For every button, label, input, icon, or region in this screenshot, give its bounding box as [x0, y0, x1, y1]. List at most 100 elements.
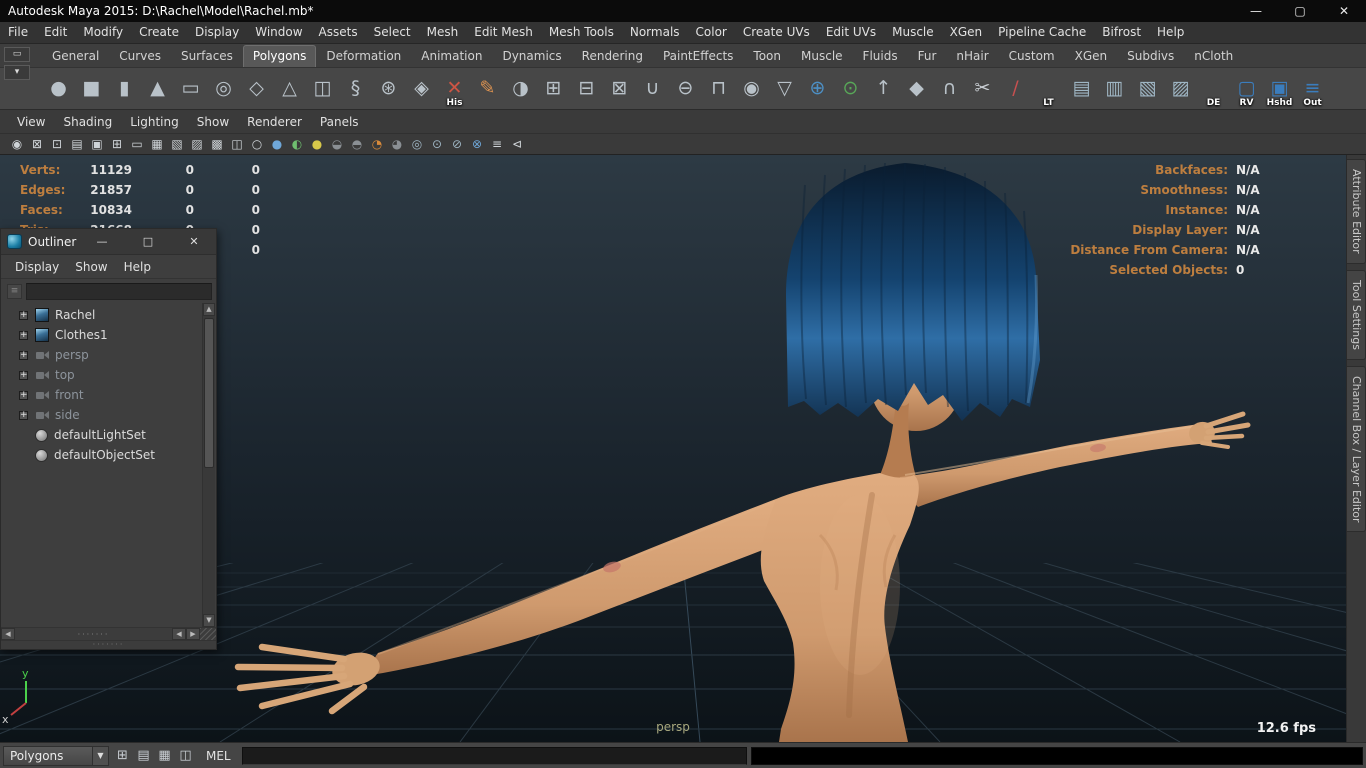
shelf-tab[interactable]: Polygons [242, 45, 317, 67]
render-view-icon[interactable]: ▢ RV [1230, 70, 1263, 108]
scrollbar-thumb[interactable] [204, 318, 214, 468]
outliner-search-input[interactable] [26, 282, 212, 300]
bridge-icon[interactable]: ∩ [933, 70, 966, 108]
scrollbar-grip[interactable]: ······· [15, 628, 172, 640]
shelf-menu-button[interactable]: ▾ [4, 65, 30, 80]
quick-layout-grid-icon[interactable]: ▦ [155, 746, 174, 765]
menu-item[interactable]: Color [688, 22, 735, 43]
outliner-minimize-button[interactable]: — [92, 232, 112, 252]
construction-history-icon[interactable]: ✕ His [438, 70, 471, 108]
menu-item[interactable]: Window [247, 22, 310, 43]
shelf-tab[interactable]: Fur [908, 45, 947, 67]
grid-snap-icon[interactable]: ⊞ [113, 746, 132, 765]
film-gate-icon[interactable]: ▭ [128, 136, 146, 153]
poly-soccerball-icon[interactable]: ⊛ [372, 70, 405, 108]
uv-automatic-icon[interactable]: ▥ [1098, 70, 1131, 108]
expand-icon[interactable]: + [19, 370, 28, 380]
paint-effects-icon[interactable]: / [999, 70, 1032, 108]
sidebar-tab[interactable]: Attribute Editor [1347, 159, 1366, 264]
shaded-sphere-icon[interactable]: ⊙ [834, 70, 867, 108]
poly-pipe-icon[interactable]: ◫ [306, 70, 339, 108]
menu-item[interactable]: XGen [942, 22, 991, 43]
panel-menu-item[interactable]: View [8, 112, 54, 132]
shelf-tab[interactable]: nCloth [1184, 45, 1243, 67]
boolean-difference-icon[interactable]: ⊖ [669, 70, 702, 108]
boolean-union-icon[interactable]: ∪ [636, 70, 669, 108]
panel-menu-item[interactable]: Shading [54, 112, 121, 132]
maximize-button[interactable]: ▢ [1278, 0, 1322, 22]
scroll-down-icon[interactable]: ▼ [203, 614, 215, 627]
outliner-menu-item[interactable]: Help [116, 257, 159, 277]
poly-plane-icon[interactable]: ▭ [174, 70, 207, 108]
bookmarks-icon[interactable]: ▤ [68, 136, 86, 153]
extract-icon[interactable]: ⊠ [603, 70, 636, 108]
minimize-button[interactable]: — [1234, 0, 1278, 22]
poly-pyramid-icon[interactable]: △ [273, 70, 306, 108]
image-plane-icon[interactable]: ▣ [88, 136, 106, 153]
outliner-vertical-scrollbar[interactable]: ▲ ▼ [202, 303, 215, 627]
panel-menu-item[interactable]: Show [188, 112, 238, 132]
safe-title-icon[interactable]: ◫ [228, 136, 246, 153]
poly-prism-icon[interactable]: ◇ [240, 70, 273, 108]
close-button[interactable]: ✕ [1322, 0, 1366, 22]
outliner-icon[interactable]: ≡ Out [1296, 70, 1329, 108]
shelf-tab[interactable]: Fluids [853, 45, 908, 67]
plugin-shading-icon[interactable]: ⊘ [448, 136, 466, 153]
expand-icon[interactable]: + [19, 350, 28, 360]
poly-cube-icon[interactable]: ■ [75, 70, 108, 108]
scroll-left-icon[interactable]: ◀ [1, 628, 15, 640]
uv-cut-icon[interactable]: ▧ [1131, 70, 1164, 108]
motion-blur-icon[interactable]: ◔ [368, 136, 386, 153]
poly-cylinder-icon[interactable]: ▮ [108, 70, 141, 108]
outliner-window[interactable]: Outliner — □ ✕ Display Show Help ≡ + Rac… [0, 228, 217, 650]
filter-icon[interactable]: ≡ [7, 283, 22, 299]
reduce-icon[interactable]: ▽ [768, 70, 801, 108]
scroll-right-icon[interactable]: ▶ [186, 628, 200, 640]
sidebar-tab[interactable]: Channel Box / Layer Editor [1347, 365, 1366, 533]
poly-torus-icon[interactable]: ◎ [207, 70, 240, 108]
outliner-item[interactable]: + Clothes1 [1, 325, 202, 345]
menu-item[interactable]: Display [187, 22, 247, 43]
shadows-icon[interactable]: ◒ [328, 136, 346, 153]
outliner-item[interactable]: defaultObjectSet [1, 445, 202, 465]
poly-cone-icon[interactable]: ▲ [141, 70, 174, 108]
outliner-menu-item[interactable]: Display [7, 257, 67, 277]
menu-item[interactable]: Modify [75, 22, 131, 43]
shaded-mode-icon[interactable]: ● [268, 136, 286, 153]
uv-sew-icon[interactable]: ▨ [1164, 70, 1197, 108]
share-view-icon[interactable]: ⊲ [508, 136, 526, 153]
menu-item[interactable]: Edit UVs [818, 22, 884, 43]
wireframe-mode-icon[interactable]: ○ [248, 136, 266, 153]
mel-toggle-button[interactable]: MEL [199, 749, 238, 763]
lt-icon[interactable]: LT [1032, 70, 1065, 108]
camera-lock-icon[interactable]: ⊠ [28, 136, 46, 153]
shelf-tab[interactable]: PaintEffects [653, 45, 743, 67]
shelf-tab[interactable]: Deformation [316, 45, 411, 67]
outliner-item[interactable]: defaultLightSet [1, 425, 202, 445]
poly-helix-icon[interactable]: § [339, 70, 372, 108]
shelf-tab[interactable]: General [42, 45, 109, 67]
menu-item[interactable]: Bifrost [1094, 22, 1149, 43]
outliner-item[interactable]: + persp [1, 345, 202, 365]
screen-ao-icon[interactable]: ◓ [348, 136, 366, 153]
quick-layout-split-icon[interactable]: ◫ [176, 746, 195, 765]
hud-toggle-icon[interactable]: ≡ [488, 136, 506, 153]
outliner-resize-handle[interactable]: ······· [1, 640, 216, 649]
menu-item[interactable]: Edit Mesh [466, 22, 541, 43]
safe-action-icon[interactable]: ▩ [208, 136, 226, 153]
field-chart-icon[interactable]: ▨ [188, 136, 206, 153]
scroll-left-icon[interactable]: ◀ [172, 628, 186, 640]
outliner-item[interactable]: + side [1, 405, 202, 425]
scroll-up-icon[interactable]: ▲ [203, 303, 215, 316]
panel-menu-item[interactable]: Renderer [238, 112, 311, 132]
menu-item[interactable]: Create [131, 22, 187, 43]
sculpt-tool-icon[interactable]: ✎ [471, 70, 504, 108]
outliner-close-button[interactable]: ✕ [184, 232, 204, 252]
multisample-icon[interactable]: ◕ [388, 136, 406, 153]
combine-icon[interactable]: ⊞ [537, 70, 570, 108]
panel-menu-item[interactable]: Lighting [121, 112, 188, 132]
expand-icon[interactable]: + [19, 310, 28, 320]
menu-item[interactable]: Create UVs [735, 22, 818, 43]
wireframe-sphere-icon[interactable]: ⊕ [801, 70, 834, 108]
shelf-tab[interactable]: Dynamics [492, 45, 571, 67]
